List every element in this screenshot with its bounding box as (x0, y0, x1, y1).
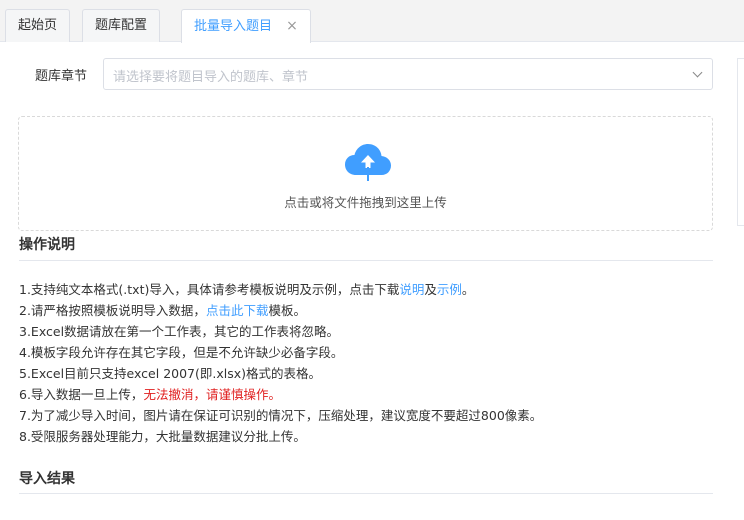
tab-start-page[interactable]: 起始页 (5, 9, 71, 42)
tab-bar: 起始页 题库配置 批量导入题目 × (0, 0, 744, 43)
download-template-link[interactable]: 点击此下载 (206, 303, 269, 318)
instruction-text: 6.导入数据一旦上传， (19, 387, 144, 402)
instruction-text: 1.支持纯文本格式(.txt)导入，具体请参考模板说明及示例，点击下载 (19, 282, 400, 297)
close-icon[interactable]: × (286, 18, 298, 34)
side-panel-edge (737, 58, 744, 226)
instruction-item: 5.Excel目前只支持excel 2007(即.xlsx)格式的表格。 (19, 363, 542, 384)
download-description-link[interactable]: 说明 (399, 282, 424, 297)
instructions-list: 1.支持纯文本格式(.txt)导入，具体请参考模板说明及示例，点击下载说明及示例… (19, 279, 542, 447)
upload-hint: 点击或将文件拖拽到这里上传 (284, 195, 447, 210)
instruction-text: 5.Excel目前只支持excel 2007(即.xlsx)格式的表格。 (19, 366, 322, 381)
instruction-text: 8.受限服务器处理能力，大批量数据建议分批上传。 (19, 429, 306, 444)
result-divider (19, 493, 713, 494)
instruction-text: 及 (424, 282, 437, 297)
cloud-upload-icon (345, 144, 391, 181)
instruction-text: 3.Excel数据请放在第一个工作表，其它的工作表将忽略。 (19, 324, 340, 339)
chapter-label: 题库章节 (35, 69, 88, 84)
warning-text: 无法撤消，请谨慎操作。 (143, 387, 281, 402)
instruction-item: 7.为了减少导入时间，图片请在保证可识别的情况下，压缩处理，建议宽度不要超过80… (19, 405, 542, 426)
instruction-item: 4.模板字段允许存在其它字段，但是不允许缺少必备字段。 (19, 342, 542, 363)
download-example-link[interactable]: 示例 (437, 282, 462, 297)
instruction-text: 7.为了减少导入时间，图片请在保证可识别的情况下，压缩处理，建议宽度不要超过80… (19, 408, 543, 423)
tab-question-bank-config[interactable]: 题库配置 (82, 9, 161, 42)
import-result-title: 导入结果 (19, 471, 75, 487)
upload-dropzone[interactable]: 点击或将文件拖拽到这里上传 (18, 116, 713, 231)
tab-label: 起始页 (18, 18, 58, 33)
instruction-item: 6.导入数据一旦上传，无法撤消，请谨慎操作。 (19, 384, 542, 405)
chevron-down-icon (692, 67, 703, 78)
tab-label: 题库配置 (95, 18, 148, 33)
chapter-select[interactable]: 请选择要将题目导入的题库、章节 (103, 58, 713, 90)
instructions-divider (19, 260, 713, 261)
instruction-text: 2.请严格按照模板说明导入数据， (19, 303, 206, 318)
tab-label: 批量导入题目 (194, 19, 273, 34)
instruction-text: 。 (461, 282, 475, 297)
chapter-select-placeholder: 请选择要将题目导入的题库、章节 (113, 70, 309, 85)
instruction-text: 4.模板字段允许存在其它字段，但是不允许缺少必备字段。 (19, 345, 344, 360)
instruction-item: 3.Excel数据请放在第一个工作表，其它的工作表将忽略。 (19, 321, 542, 342)
tab-batch-import[interactable]: 批量导入题目 × (181, 9, 311, 43)
instruction-item: 1.支持纯文本格式(.txt)导入，具体请参考模板说明及示例，点击下载说明及示例… (19, 279, 542, 300)
instructions-title: 操作说明 (19, 237, 75, 253)
instruction-item: 2.请严格按照模板说明导入数据，点击此下载模板。 (19, 300, 542, 321)
instruction-text: 模板。 (268, 303, 306, 318)
instruction-item: 8.受限服务器处理能力，大批量数据建议分批上传。 (19, 426, 542, 447)
